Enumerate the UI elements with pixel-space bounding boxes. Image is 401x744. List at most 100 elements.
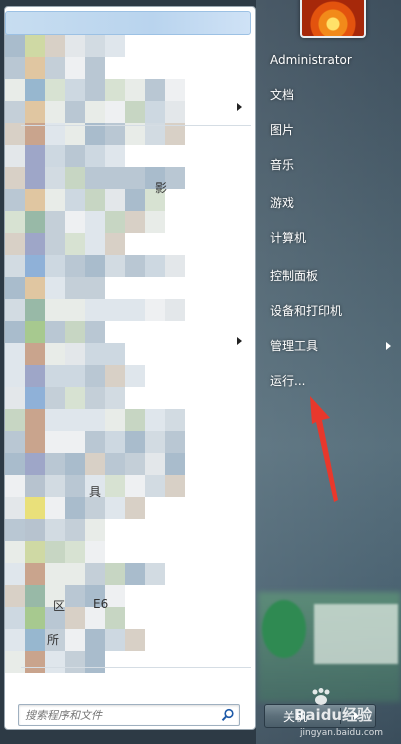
program-list-item[interactable] xyxy=(5,123,255,145)
blurred-pixel xyxy=(105,497,125,519)
blurred-pixel xyxy=(125,167,145,189)
blurred-pixel xyxy=(65,145,85,167)
search-icon[interactable] xyxy=(221,708,235,722)
program-list-item[interactable] xyxy=(5,585,255,607)
blurred-pixel xyxy=(5,145,25,167)
program-list-item[interactable] xyxy=(5,387,255,409)
blurred-pixel xyxy=(5,585,25,607)
menu-item-documents[interactable]: 文档 xyxy=(262,81,397,109)
blurred-pixel xyxy=(25,629,45,651)
menu-item-computer[interactable]: 计算机 xyxy=(262,224,397,252)
blurred-pixel xyxy=(85,343,105,365)
blurred-pixel xyxy=(5,365,25,387)
blurred-pixel xyxy=(105,233,125,255)
program-list-item[interactable] xyxy=(5,453,255,475)
blurred-pixel xyxy=(45,519,65,541)
program-list-item[interactable] xyxy=(5,299,255,321)
blurred-pixel xyxy=(5,189,25,211)
blurred-pixel xyxy=(105,409,125,431)
menu-item-control-panel[interactable]: 控制面板 xyxy=(262,262,397,290)
blurred-pixel xyxy=(5,541,25,563)
blurred-pixel xyxy=(25,167,45,189)
blurred-pixel xyxy=(65,321,85,343)
blurred-pixel xyxy=(25,211,45,233)
blurred-pixel xyxy=(25,255,45,277)
program-list-item[interactable] xyxy=(5,563,255,585)
blurred-pixel xyxy=(65,299,85,321)
blurred-pixel xyxy=(125,563,145,585)
blurred-pixel xyxy=(165,409,185,431)
blurred-pixel xyxy=(105,79,125,101)
program-list-item[interactable] xyxy=(5,365,255,387)
program-list-item[interactable] xyxy=(5,233,255,255)
program-list-item[interactable] xyxy=(5,167,255,189)
blurred-pixel xyxy=(85,321,105,343)
menu-item-label: 设备和打印机 xyxy=(270,304,343,318)
blurred-pixel xyxy=(145,431,165,453)
blurred-pixel xyxy=(5,211,25,233)
program-list-item[interactable] xyxy=(5,541,255,563)
blurred-pixel xyxy=(65,167,85,189)
menu-item-admin-tools[interactable]: 管理工具 xyxy=(262,332,397,360)
menu-item-user[interactable]: Administrator xyxy=(262,46,397,74)
search-input[interactable] xyxy=(25,707,215,723)
blurred-pixel xyxy=(65,233,85,255)
program-list-item[interactable] xyxy=(5,343,255,365)
blurred-pixel xyxy=(65,343,85,365)
blurred-pixel xyxy=(5,255,25,277)
blurred-pixel xyxy=(45,541,65,563)
blurred-pixel xyxy=(65,629,85,651)
program-list-item[interactable] xyxy=(5,101,255,123)
program-name-fragment: 具 xyxy=(89,485,102,499)
program-list-item[interactable] xyxy=(5,475,255,497)
blurred-pixel xyxy=(85,299,105,321)
watermark-brand: Baidu经验 xyxy=(294,706,373,724)
program-list-item[interactable] xyxy=(5,277,255,299)
blurred-pixel xyxy=(25,277,45,299)
desktop-background-panel xyxy=(314,604,398,664)
blurred-pixel xyxy=(45,365,65,387)
program-list-item[interactable] xyxy=(5,431,255,453)
program-list-item[interactable] xyxy=(5,497,255,519)
blurred-pixel xyxy=(5,277,25,299)
program-list-item[interactable] xyxy=(5,519,255,541)
program-list-item[interactable] xyxy=(5,321,255,343)
blurred-pixel xyxy=(25,563,45,585)
program-list-item-selected[interactable] xyxy=(5,11,251,35)
menu-item-games[interactable]: 游戏 xyxy=(262,189,397,217)
blurred-pixel xyxy=(65,541,85,563)
blurred-pixel xyxy=(45,343,65,365)
program-list-item[interactable] xyxy=(5,211,255,233)
blurred-pixel xyxy=(25,497,45,519)
menu-item-music[interactable]: 音乐 xyxy=(262,151,397,179)
blurred-pixel xyxy=(5,629,25,651)
blurred-pixel xyxy=(105,629,125,651)
program-list-item[interactable] xyxy=(5,57,255,79)
blurred-pixel xyxy=(5,101,25,123)
user-avatar[interactable] xyxy=(300,0,366,38)
program-list-item[interactable] xyxy=(5,409,255,431)
blurred-pixel xyxy=(25,585,45,607)
program-list-item[interactable] xyxy=(5,35,255,57)
menu-item-pictures[interactable]: 图片 xyxy=(262,116,397,144)
program-list-item[interactable] xyxy=(5,145,255,167)
program-list-item[interactable] xyxy=(5,189,255,211)
program-list-item[interactable] xyxy=(5,255,255,277)
program-list-item[interactable] xyxy=(5,607,255,629)
blurred-pixel xyxy=(5,343,25,365)
search-box[interactable] xyxy=(18,704,240,726)
blurred-pixel xyxy=(25,409,45,431)
program-list-item[interactable] xyxy=(5,651,255,673)
blurred-pixel xyxy=(165,475,185,497)
program-list-item[interactable] xyxy=(5,79,255,101)
menu-item-devices-printers[interactable]: 设备和打印机 xyxy=(262,297,397,325)
program-list-item[interactable] xyxy=(5,629,255,651)
blurred-pixel xyxy=(105,145,125,167)
blurred-pixel xyxy=(105,563,125,585)
blurred-pixel xyxy=(125,629,145,651)
separator xyxy=(21,667,251,668)
blurred-pixel xyxy=(105,299,125,321)
blurred-pixel xyxy=(125,431,145,453)
separator xyxy=(21,125,251,126)
blurred-pixel xyxy=(85,277,105,299)
